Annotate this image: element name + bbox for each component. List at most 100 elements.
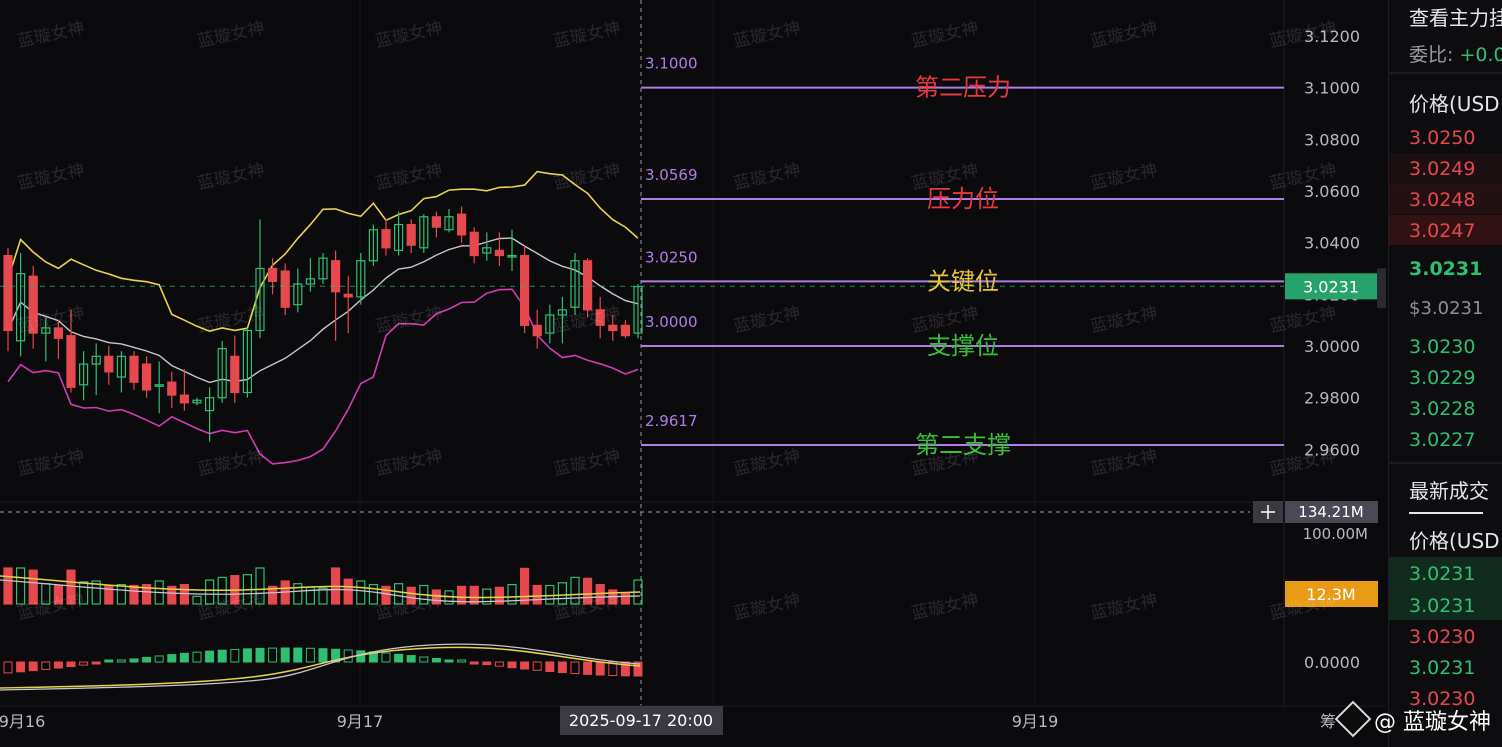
candle-body [608,324,618,332]
trades-tab[interactable]: 最新成交 [1409,475,1489,504]
macd-bar [129,658,139,663]
macd-bar [91,661,101,665]
macd-bar [104,659,114,663]
watermark-text: 蓝璇女神 [1089,18,1160,52]
watermark-text: 蓝璇女神 [16,18,87,52]
watermark-text: 蓝璇女神 [732,18,803,52]
volume-bar [356,580,366,605]
main-orders-link[interactable]: 查看主力挂 [1409,2,1502,31]
macd-bar [520,661,530,670]
candle-body [343,293,353,298]
candle [242,327,252,398]
macd-bar [595,661,605,676]
watermark-text: 蓝璇女神 [196,446,267,480]
trade-price: 3.0231 [1409,657,1476,679]
watermark-text: 蓝璇女神 [552,18,623,52]
macd-bar [444,659,454,663]
macd-bar [142,656,152,663]
candle [406,219,416,253]
macd-bar [494,661,504,667]
macd-bar [255,647,265,663]
level-value-label: 3.0000 [645,313,698,331]
watermark-text: 蓝璇女神 [1089,303,1160,337]
volume-tick-label: 100.00M [1303,525,1368,543]
candle [368,224,378,266]
watermark-text: 蓝璇女神 [1268,446,1339,480]
current-price-tag-label: 3.0231 [1303,277,1359,296]
candle [91,343,101,396]
candle [507,229,517,272]
watermark-text: 蓝璇女神 [1089,160,1160,194]
bid-price[interactable]: 3.0227 [1409,429,1475,451]
macd-bar [406,655,416,663]
volume-bar [343,578,353,605]
ask-price[interactable]: 3.0249 [1409,158,1475,180]
ratio-label: 委比: +0.0 [1409,40,1502,67]
watermark-text: 蓝璇女神 [374,18,445,52]
candle [217,340,227,403]
candle-body [167,381,177,396]
volume-bar [3,567,13,605]
candle-body [519,254,530,326]
candle-body [53,327,64,339]
order-book-panel: 查看主力挂 委比: +0.0 价格(USD 3.0250 3.0249 3.02… [1388,0,1502,747]
candle [482,232,492,261]
bid-price[interactable]: 3.0230 [1409,336,1475,358]
level-name-label: 关键位 [927,267,999,295]
price-tick-label: 3.0800 [1304,130,1360,149]
candle-body [142,363,152,391]
macd-bar [280,647,290,663]
candle-body [532,324,542,337]
macd-bar [305,647,315,663]
macd-bar [3,661,13,674]
watermark-text: 蓝璇女神 [1268,303,1339,337]
watermark-text: 蓝璇女神 [16,590,87,624]
ask-price[interactable]: 3.0250 [1409,127,1475,149]
binance-logo-icon [1334,700,1372,738]
watermark-text: 蓝璇女神 [732,446,803,480]
macd-bar [268,647,278,663]
volume-bar [519,567,530,605]
candle [142,356,152,398]
candle [331,250,341,341]
candle-body [406,223,416,246]
ask-price[interactable]: 3.0247 [1409,220,1475,242]
price-tick-label: 2.9800 [1304,389,1360,408]
candle [129,351,139,390]
watermark-text: 蓝璇女神 [1089,446,1160,480]
candle-body [268,267,278,283]
candle [519,245,530,334]
macd-bar [179,652,189,663]
bid-price[interactable]: 3.0229 [1409,367,1475,389]
level-name-label: 压力位 [927,185,999,213]
candle-body [494,249,504,257]
macd-bar [53,661,63,669]
price-tick-label: 3.1000 [1304,79,1360,98]
macd-bar [356,650,366,663]
candle-body [280,270,290,308]
level-name-label: 支撑位 [927,332,999,360]
ask-price[interactable]: 3.0248 [1409,189,1475,211]
bid-price[interactable]: 3.0228 [1409,398,1475,420]
candle [116,351,127,393]
macd-tick-label: 0.0000 [1304,653,1360,672]
watermark-text: 蓝璇女神 [552,160,623,194]
macd-bar [469,661,479,665]
macd-bar [570,661,580,675]
level-value-label: 3.0569 [645,166,698,184]
macd-bar [394,653,404,663]
kline-chart[interactable]: 3.12003.10003.08003.06003.04003.02003.00… [0,0,1386,747]
candle [570,252,580,315]
level-value-label: 3.1000 [645,55,698,73]
chart-canvas[interactable]: 3.12003.10003.08003.06003.04003.02003.00… [0,0,1386,747]
volume-bar [620,592,631,605]
x-tick-label: 9月16 [0,712,45,731]
candle [419,214,429,253]
candle-body [431,216,441,228]
price-tick-label: 3.0000 [1304,337,1360,356]
candle [293,268,303,313]
candle [381,219,391,256]
price-header: 价格(USD [1409,92,1500,116]
watermark-text: 蓝璇女神 [16,160,87,194]
candle [469,227,479,264]
